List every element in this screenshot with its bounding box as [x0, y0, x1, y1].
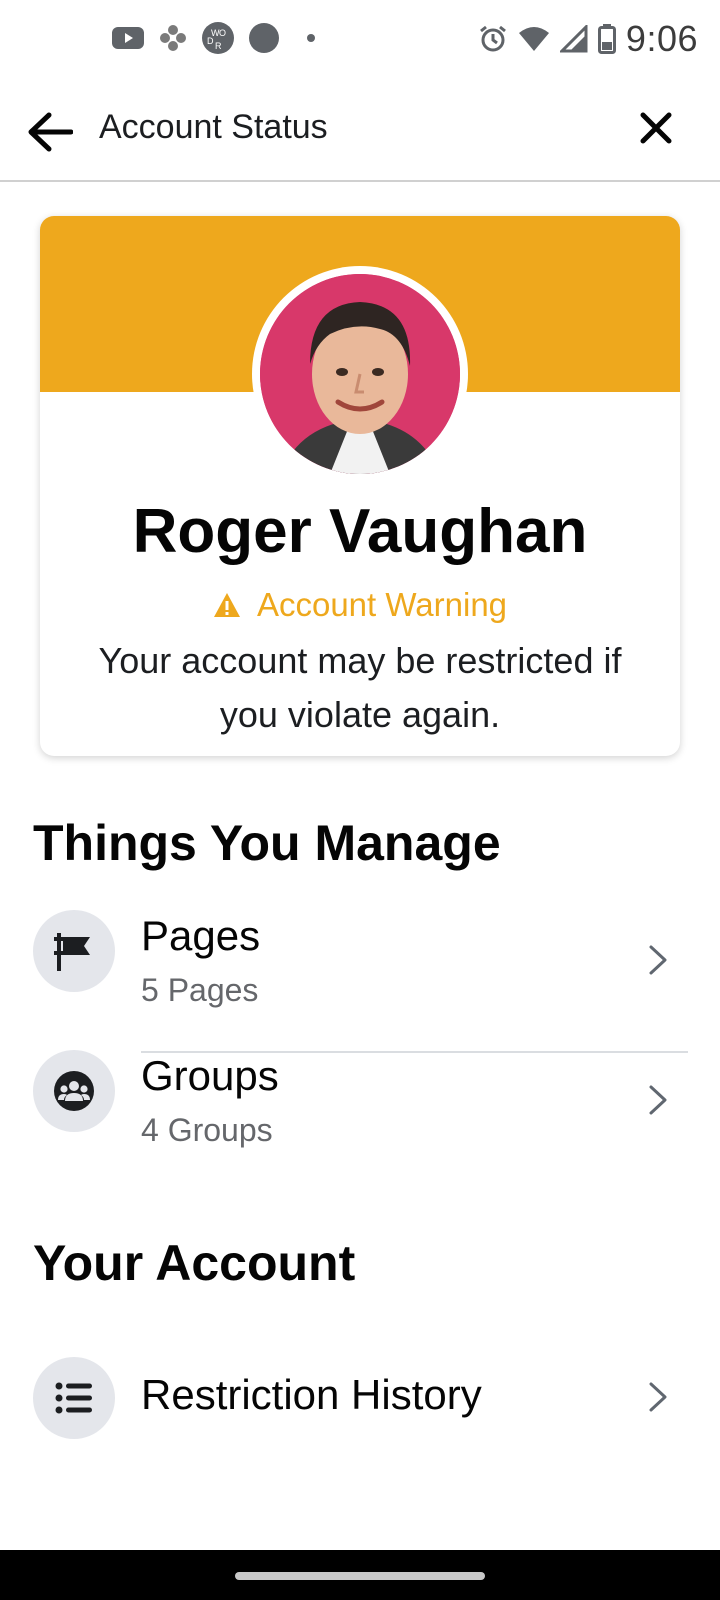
battery-icon	[597, 24, 616, 54]
svg-text:R: R	[215, 41, 222, 51]
back-button[interactable]	[22, 104, 78, 160]
warning-icon	[213, 593, 240, 617]
pages-icon-circle	[33, 910, 115, 992]
words-app-icon: WODR	[202, 22, 234, 54]
account-warning-row: Account Warning	[40, 586, 680, 624]
profile-name: Roger Vaughan	[132, 497, 588, 566]
status-bar-notifications: WODR	[112, 22, 316, 54]
status-time: 9:06	[625, 18, 698, 59]
game-controller-icon	[158, 23, 188, 53]
list-icon	[55, 1382, 92, 1414]
avatar[interactable]	[260, 274, 460, 474]
groups-icon	[54, 1071, 94, 1111]
avatar-ring	[252, 266, 468, 482]
pages-count: 5 Pages	[141, 972, 259, 1008]
groups-icon-circle	[33, 1050, 115, 1132]
section-title-your-account: Your Account	[33, 1235, 356, 1291]
list-item-restriction-history[interactable]: Restriction History	[0, 1357, 720, 1477]
account-warning-label: Account Warning	[256, 586, 508, 623]
close-icon	[640, 112, 672, 144]
app-bar: Account Status	[0, 78, 720, 182]
avatar-portrait-icon	[260, 274, 460, 474]
account-warning-description: Your account may be restricted if you vi…	[98, 640, 622, 735]
svg-text:O: O	[219, 28, 226, 38]
chevron-right-icon	[646, 1082, 670, 1118]
youtube-icon	[112, 26, 144, 50]
restriction-history-icon-circle	[33, 1357, 115, 1439]
section-title-things-you-manage: Things You Manage	[33, 815, 501, 871]
alarm-icon	[478, 24, 508, 54]
back-arrow-icon	[28, 112, 73, 152]
groups-count: 4 Groups	[141, 1112, 273, 1148]
pages-title: Pages	[141, 912, 261, 959]
cell-signal-icon	[559, 25, 588, 53]
account-status-card: Roger Vaughan Account Warning Your accou…	[40, 216, 680, 756]
chevron-right-icon	[646, 942, 670, 978]
groups-title: Groups	[141, 1052, 279, 1099]
system-navigation-bar	[0, 1550, 720, 1600]
list-item-groups[interactable]: Groups 4 Groups	[0, 1050, 720, 1170]
svg-text:D: D	[207, 36, 214, 46]
chevron-right-icon	[646, 1379, 670, 1415]
status-bar: WODR 9:06	[0, 0, 720, 78]
page-title: Account Status	[99, 108, 328, 146]
dot-icon	[306, 33, 316, 43]
list-item-pages[interactable]: Pages 5 Pages	[0, 910, 720, 1030]
flag-icon	[54, 933, 90, 971]
close-button[interactable]	[628, 100, 684, 156]
circle-app-icon	[248, 22, 280, 54]
home-gesture-handle[interactable]	[235, 1572, 485, 1580]
wifi-icon	[518, 25, 550, 53]
restriction-history-title: Restriction History	[141, 1371, 482, 1418]
status-bar-system: 9:06	[478, 18, 698, 60]
